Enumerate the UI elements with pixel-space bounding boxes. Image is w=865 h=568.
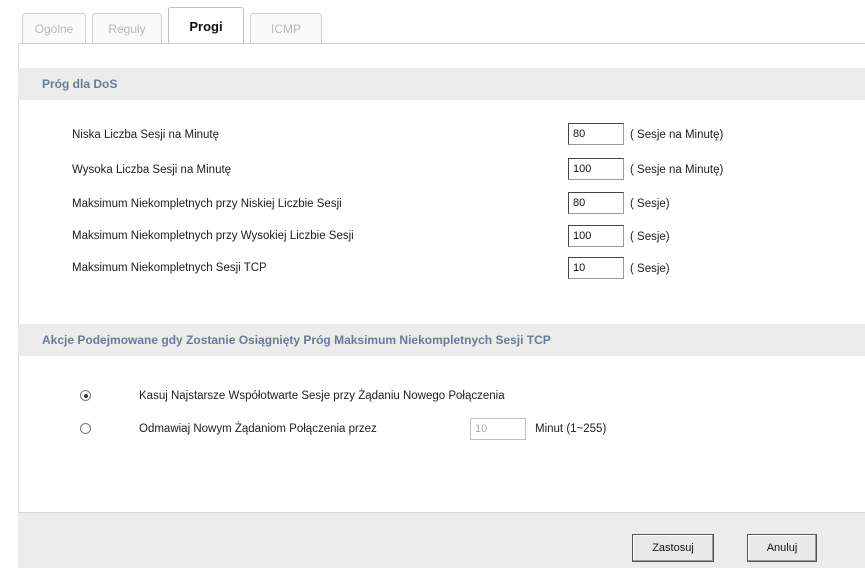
max-incomplete-low-unit: ( Sesje) (630, 198, 670, 210)
dos-section-title: Próg dla DoS (42, 77, 118, 91)
deny-new-label: Odmawiaj Nowym Żądaniom Połączenia przez (139, 423, 377, 435)
delete-oldest-label: Kasuj Najstarsze Współotwarte Sesje przy… (139, 390, 505, 402)
max-incomplete-high-input[interactable] (568, 225, 624, 247)
tab-rules-label: Reguły (108, 22, 146, 36)
block-minutes-input[interactable] (470, 418, 526, 440)
tab-general-label: Ogólne (34, 22, 74, 36)
max-incomplete-tcp-label: Maksimum Niekompletnych Sesji TCP (72, 262, 267, 274)
max-incomplete-high-unit: ( Sesje) (630, 231, 670, 243)
tab-icmp-label: ICMP (271, 22, 301, 36)
tab-bar: Ogólne Reguły Progi ICMP (22, 6, 328, 44)
low-sessions-input[interactable] (568, 123, 624, 145)
content-panel (18, 44, 865, 568)
dos-row-max-incomplete-tcp: Maksimum Niekompletnych Sesji TCP (72, 262, 267, 274)
apply-button[interactable]: Zastosuj (632, 534, 714, 562)
low-sessions-unit: ( Sesje na Minutę) (630, 129, 724, 141)
dos-row-max-incomplete-low: Maksimum Niekompletnych przy Niskiej Lic… (72, 198, 342, 210)
high-sessions-input[interactable] (568, 158, 624, 180)
dos-row-low-sessions: Niska Liczba Sesji na Minutę (72, 129, 219, 141)
delete-oldest-radio-dot (80, 390, 91, 401)
block-minutes-unit: Minut (1~255) (535, 423, 607, 435)
max-incomplete-tcp-unit: ( Sesje) (630, 263, 670, 275)
deny-new-radio[interactable] (80, 423, 94, 437)
action-section-title: Akcje Podejmowane gdy Zostanie Osiągnięt… (42, 333, 551, 347)
dos-row-high-sessions: Wysoka Liczba Sesji na Minutę (72, 164, 231, 176)
tab-rules[interactable]: Reguły (92, 13, 162, 44)
tab-icmp[interactable]: ICMP (250, 13, 322, 44)
max-incomplete-high-label: Maksimum Niekompletnych przy Wysokiej Li… (72, 230, 354, 242)
max-incomplete-low-input[interactable] (568, 192, 624, 214)
tab-general[interactable]: Ogólne (22, 13, 86, 44)
action-section-header: Akcje Podejmowane gdy Zostanie Osiągnięt… (18, 324, 865, 356)
delete-oldest-radio[interactable] (80, 390, 94, 404)
high-sessions-unit: ( Sesje na Minutę) (630, 164, 724, 176)
footer-bar (18, 512, 865, 568)
max-incomplete-tcp-input[interactable] (568, 257, 624, 279)
dos-section-header: Próg dla DoS (18, 68, 865, 100)
cancel-button[interactable]: Anuluj (747, 534, 817, 562)
low-sessions-label: Niska Liczba Sesji na Minutę (72, 129, 220, 141)
tab-thresholds[interactable]: Progi (168, 7, 244, 44)
deny-new-radio-dot (80, 423, 91, 434)
dos-row-max-incomplete-high: Maksimum Niekompletnych przy Wysokiej Li… (72, 230, 354, 242)
high-sessions-label: Wysoka Liczba Sesji na Minutę (72, 164, 232, 176)
tab-thresholds-label: Progi (189, 18, 223, 34)
max-incomplete-low-label: Maksimum Niekompletnych przy Niskiej Lic… (72, 198, 342, 210)
